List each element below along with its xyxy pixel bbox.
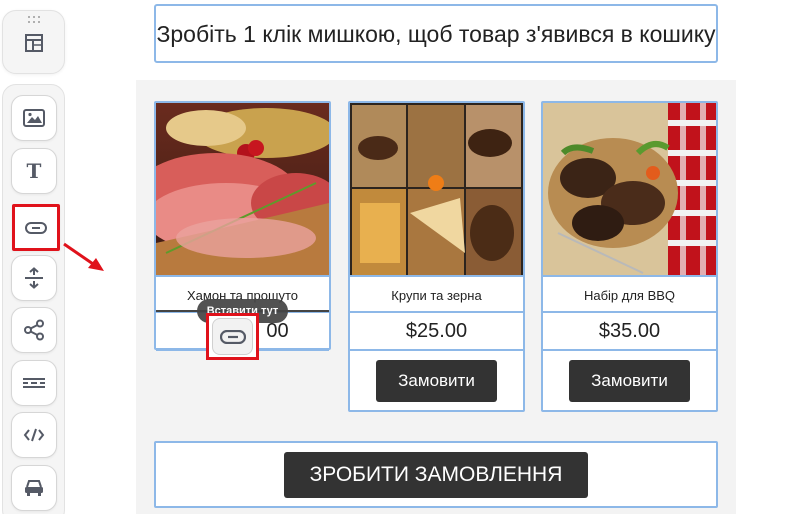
- product-card-bbq[interactable]: Набір для BBQ $35.00 Замовити: [541, 101, 718, 412]
- image-block-button[interactable]: [11, 95, 57, 141]
- product-name[interactable]: Набір для BBQ: [543, 279, 716, 313]
- image-icon: [23, 109, 45, 127]
- spacer-icon: [25, 267, 43, 289]
- divider-block-button[interactable]: [11, 360, 57, 406]
- order-button[interactable]: Замовити: [376, 360, 497, 402]
- order-button-cell: Замовити: [543, 351, 716, 411]
- text-icon: T: [26, 159, 42, 183]
- blocks-toolbar: T: [2, 84, 65, 514]
- button-block-button[interactable]: [12, 204, 60, 251]
- product-price[interactable]: $35.00: [543, 313, 716, 351]
- social-block-button[interactable]: [11, 307, 57, 353]
- button-icon: [25, 221, 47, 234]
- text-block-button[interactable]: T: [11, 148, 57, 194]
- drag-handle-icon[interactable]: [28, 16, 42, 24]
- submit-order-button[interactable]: ЗРОБИТИ ЗАМОВЛЕННЯ: [284, 451, 588, 498]
- hint-arrow-icon: [63, 242, 104, 271]
- blocks-panel-handle[interactable]: [2, 10, 65, 74]
- order-button-cell: Замовити: [350, 351, 523, 411]
- order-button[interactable]: Замовити: [569, 360, 690, 402]
- product-block-button[interactable]: [11, 465, 57, 511]
- button-icon: [219, 329, 246, 344]
- submit-order-section: ЗРОБИТИ ЗАМОВЛЕННЯ: [154, 441, 718, 508]
- email-editor: T Зробіть 1 клік мишкою, щоб товар з'яви…: [0, 0, 799, 514]
- product-name[interactable]: Крупи та зерна: [350, 279, 523, 313]
- product-price[interactable]: $25.00: [350, 313, 523, 351]
- code-icon: [23, 428, 45, 442]
- heading-text-block[interactable]: Зробіть 1 клік мишкою, щоб товар з'явивс…: [154, 4, 718, 63]
- product-card-grains[interactable]: Крупи та зерна $25.00 Замовити: [348, 101, 525, 412]
- share-icon: [24, 319, 44, 341]
- dragged-block-tile[interactable]: [212, 318, 253, 355]
- dragged-button-block[interactable]: [206, 313, 259, 360]
- layout-icon: [25, 34, 43, 52]
- divider-icon: [23, 378, 45, 388]
- product-image-grains[interactable]: [350, 103, 523, 277]
- spacer-block-button[interactable]: [11, 255, 57, 301]
- product-image-jamon[interactable]: [156, 103, 329, 277]
- product-image-bbq[interactable]: [543, 103, 716, 277]
- car-icon: [25, 480, 43, 496]
- html-block-button[interactable]: [11, 412, 57, 458]
